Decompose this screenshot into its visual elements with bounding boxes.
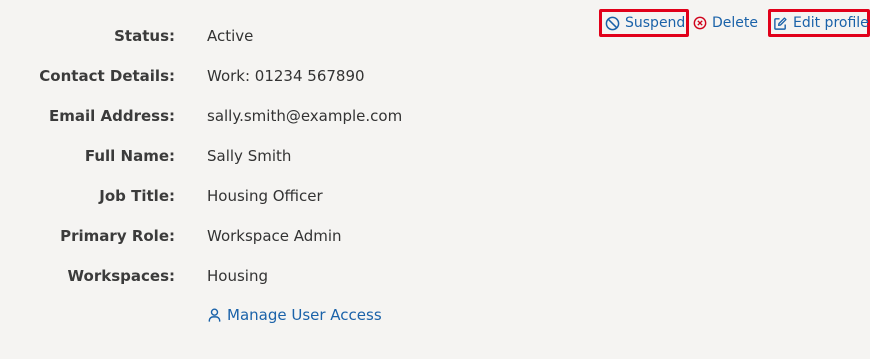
- delete-label: Delete: [712, 15, 758, 31]
- user-icon: [207, 307, 222, 323]
- contact-details-value: Work: 01234 567890: [207, 67, 365, 85]
- edit-icon: [773, 16, 788, 31]
- manage-user-access-link[interactable]: Manage User Access: [207, 306, 382, 324]
- email-address-label: Email Address:: [48, 107, 175, 125]
- edit-profile-label: Edit profile: [793, 15, 869, 31]
- ban-icon: [605, 16, 620, 31]
- workspaces-value: Housing: [207, 267, 268, 285]
- workspaces-label: Workspaces:: [67, 267, 175, 285]
- email-address-value: sally.smith@example.com: [207, 107, 403, 125]
- delete-button[interactable]: Delete: [689, 9, 768, 37]
- close-circle-icon: [693, 16, 707, 30]
- status-label: Status:: [114, 27, 175, 45]
- job-title-label: Job Title:: [99, 187, 175, 205]
- suspend-label: Suspend: [625, 15, 686, 31]
- primary-role-value: Workspace Admin: [207, 227, 342, 245]
- full-name-value: Sally Smith: [207, 147, 292, 165]
- contact-details-label: Contact Details:: [39, 67, 175, 85]
- suspend-button[interactable]: Suspend: [599, 9, 689, 37]
- full-name-label: Full Name:: [84, 147, 175, 165]
- manage-user-access-label: Manage User Access: [227, 306, 382, 324]
- status-value: Active: [207, 27, 254, 45]
- job-title-value: Housing Officer: [207, 187, 323, 205]
- profile-actions: Suspend Delete Edit profile: [599, 9, 870, 37]
- primary-role-label: Primary Role:: [60, 227, 175, 245]
- edit-profile-button[interactable]: Edit profile: [768, 9, 870, 37]
